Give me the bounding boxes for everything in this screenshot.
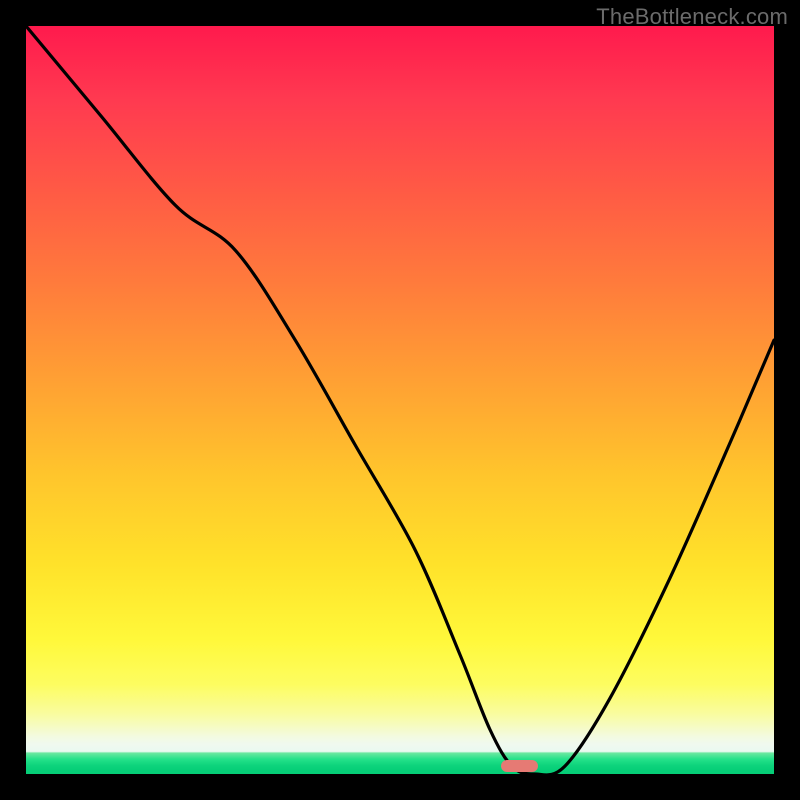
chart-frame: TheBottleneck.com [0, 0, 800, 800]
bottleneck-curve [26, 26, 774, 774]
optimum-marker [501, 760, 538, 772]
watermark-text: TheBottleneck.com [596, 4, 788, 30]
plot-area [26, 26, 774, 774]
